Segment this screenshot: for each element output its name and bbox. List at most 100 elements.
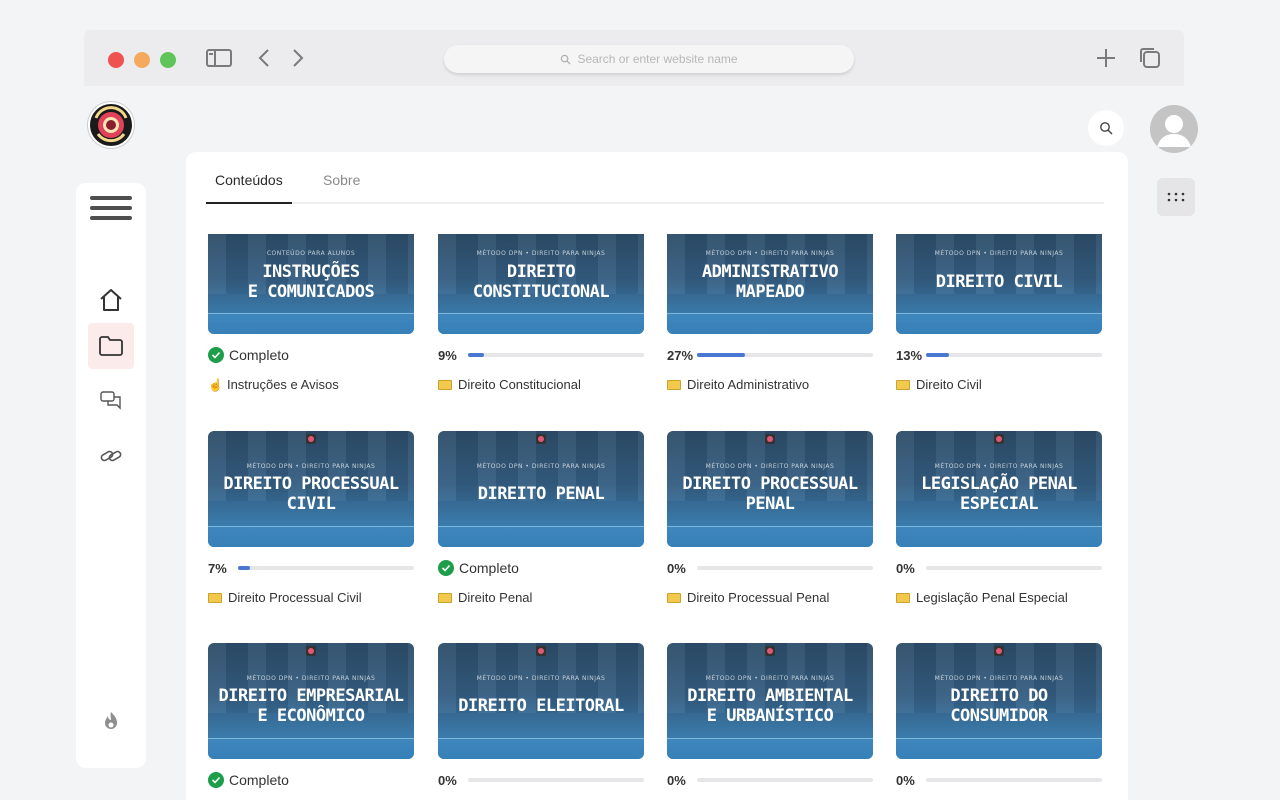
thumbnail-title: DIREITO EMPRESARIAL E ECONÔMICO (218, 686, 404, 726)
content-panel: Conteúdos Sobre CONTEÚDO PARA ALUNOS INST… (186, 152, 1128, 800)
course-thumbnail[interactable]: MÉTODO DPN • DIREITO PARA NINJAS DIREITO … (438, 234, 644, 334)
dots-grid-icon (1167, 192, 1185, 202)
course-card[interactable]: MÉTODO DPN • DIREITO PARA NINJAS LEGISLAÇ… (896, 431, 1102, 605)
hamburger-menu-icon[interactable] (90, 196, 132, 224)
search-button[interactable] (1088, 110, 1124, 146)
course-card[interactable]: MÉTODO DPN • DIREITO PARA NINJAS DIREITO … (438, 643, 644, 788)
check-circle-icon (208, 347, 224, 363)
course-thumbnail[interactable]: MÉTODO DPN • DIREITO PARA NINJAS DIREITO … (667, 643, 873, 759)
course-thumbnail[interactable]: MÉTODO DPN • DIREITO PARA NINJAS DIREITO … (667, 431, 873, 547)
course-label-text: Direito Constitucional (458, 377, 581, 392)
thumbnail-footer-band (438, 314, 644, 334)
flame-icon[interactable] (88, 698, 134, 744)
course-card[interactable]: MÉTODO DPN • DIREITO PARA NINJAS DIREITO … (438, 234, 644, 392)
link-icon[interactable] (88, 433, 134, 479)
site-logo[interactable] (88, 102, 134, 148)
folder-icon (896, 592, 910, 603)
course-card[interactable]: MÉTODO DPN • DIREITO PARA NINJAS DIREITO … (667, 643, 873, 788)
course-thumbnail[interactable]: MÉTODO DPN • DIREITO PARA NINJAS DIREITO … (438, 643, 644, 759)
thumbnail-footer-band (896, 314, 1102, 334)
course-label[interactable]: ☝ Instruções e Avisos (208, 377, 339, 392)
course-card[interactable]: MÉTODO DPN • DIREITO PARA NINJAS DIREITO … (667, 431, 873, 605)
course-card[interactable]: MÉTODO DPN • DIREITO PARA NINJAS ADMINIST… (667, 234, 873, 392)
thumbnail-title: LEGISLAÇÃO PENAL ESPECIAL (921, 474, 1077, 514)
course-thumbnail[interactable]: MÉTODO DPN • DIREITO PARA NINJAS LEGISLAÇ… (896, 431, 1102, 547)
course-label[interactable]: Direito Penal (438, 590, 532, 605)
thumbnail-title: INSTRUÇÕES E COMUNICADOS (247, 262, 375, 302)
course-card[interactable]: CONTEÚDO PARA ALUNOS INSTRUÇÕES E COMUNIC… (208, 234, 414, 392)
course-label[interactable]: Direito Processual Penal (667, 590, 829, 605)
course-label[interactable]: Direito Civil (896, 377, 982, 392)
back-arrow-icon[interactable] (256, 48, 272, 68)
course-card[interactable]: MÉTODO DPN • DIREITO PARA NINJAS DIREITO … (208, 431, 414, 605)
completed-status: Completo (208, 772, 289, 788)
address-bar[interactable]: Search or enter website name (444, 45, 854, 73)
progress-row: 0% (438, 771, 644, 789)
apps-menu-button[interactable] (1157, 178, 1195, 216)
record-badge-icon (994, 434, 1004, 444)
progress-row: 0% (667, 771, 873, 789)
course-card[interactable]: MÉTODO DPN • DIREITO PARA NINJAS DIREITO … (208, 643, 414, 788)
search-icon (1100, 122, 1113, 135)
progress-row: 7% (208, 559, 414, 577)
progress-bar (697, 353, 873, 357)
course-label-text: Direito Penal (458, 590, 533, 605)
progress-percent: 0% (896, 772, 915, 788)
progress-bar-fill (697, 353, 745, 357)
progress-bar (697, 566, 873, 570)
home-icon[interactable] (88, 277, 134, 323)
thumbnail-footer-band (667, 314, 873, 334)
forward-arrow-icon[interactable] (290, 48, 306, 68)
progress-row: 13% (896, 346, 1102, 364)
course-thumbnail[interactable]: MÉTODO DPN • DIREITO PARA NINJAS DIREITO … (208, 643, 414, 759)
course-thumbnail[interactable]: MÉTODO DPN • DIREITO PARA NINJAS ADMINIST… (667, 234, 873, 334)
thumbnail-title: ADMINISTRATIVO MAPEADO (701, 262, 839, 302)
course-thumbnail[interactable]: MÉTODO DPN • DIREITO PARA NINJAS DIREITO … (896, 643, 1102, 759)
course-label-text: Legislação Penal Especial (916, 590, 1068, 605)
course-thumbnail[interactable]: MÉTODO DPN • DIREITO PARA NINJAS DIREITO … (896, 234, 1102, 334)
maximize-window-button[interactable] (160, 52, 176, 68)
minimize-window-button[interactable] (134, 52, 150, 68)
course-card[interactable]: MÉTODO DPN • DIREITO PARA NINJAS DIREITO … (896, 234, 1102, 392)
progress-percent: 0% (667, 560, 686, 576)
course-thumbnail[interactable]: MÉTODO DPN • DIREITO PARA NINJAS DIREITO … (438, 431, 644, 547)
course-thumbnail[interactable]: CONTEÚDO PARA ALUNOS INSTRUÇÕES E COMUNIC… (208, 234, 414, 334)
close-window-button[interactable] (108, 52, 124, 68)
new-tab-plus-icon[interactable] (1094, 46, 1118, 70)
chat-bubbles-icon[interactable] (88, 377, 134, 423)
progress-bar (926, 778, 1102, 782)
course-card[interactable]: MÉTODO DPN • DIREITO PARA NINJAS DIREITO … (438, 431, 644, 605)
record-badge-icon (765, 646, 775, 656)
tab-bar: Conteúdos Sobre (206, 152, 1104, 204)
course-label-text: Direito Administrativo (687, 377, 810, 392)
folder-icon (438, 379, 452, 390)
course-label[interactable]: Direito Processual Civil (208, 590, 362, 605)
sidebar-toggle-icon[interactable] (206, 48, 232, 68)
tab-conteudos[interactable]: Conteúdos (206, 172, 292, 204)
folder-icon (208, 592, 222, 603)
course-thumbnail[interactable]: MÉTODO DPN • DIREITO PARA NINJAS DIREITO … (208, 431, 414, 547)
course-label[interactable]: Legislação Penal Especial (896, 590, 1068, 605)
thumbnail-title: DIREITO ELEITORAL (458, 696, 624, 716)
record-badge-icon (536, 646, 546, 656)
browser-toolbar: Search or enter website name (84, 30, 1184, 86)
progress-row: Completo (208, 346, 414, 364)
user-avatar[interactable] (1150, 105, 1198, 153)
progress-row: Completo (208, 771, 414, 789)
pointing-hand-icon: ☝ (208, 377, 223, 392)
tabs-overview-icon[interactable] (1138, 46, 1162, 70)
thumbnail-footer-band (896, 739, 1102, 759)
tab-sobre[interactable]: Sobre (314, 172, 369, 204)
course-card[interactable]: MÉTODO DPN • DIREITO PARA NINJAS DIREITO … (896, 643, 1102, 788)
thumbnail-title: DIREITO PROCESSUAL CIVIL (223, 474, 399, 514)
folder-icon[interactable] (88, 323, 134, 369)
progress-percent: 0% (667, 772, 686, 788)
progress-row: 0% (896, 771, 1102, 789)
record-badge-icon (536, 434, 546, 444)
thumbnail-footer-band (438, 527, 644, 547)
course-label[interactable]: Direito Constitucional (438, 377, 581, 392)
folder-icon (438, 592, 452, 603)
course-label-text: Direito Civil (916, 377, 982, 392)
course-label[interactable]: Direito Administrativo (667, 377, 809, 392)
thumbnail-kicker: MÉTODO DPN • DIREITO PARA NINJAS (934, 250, 1064, 257)
